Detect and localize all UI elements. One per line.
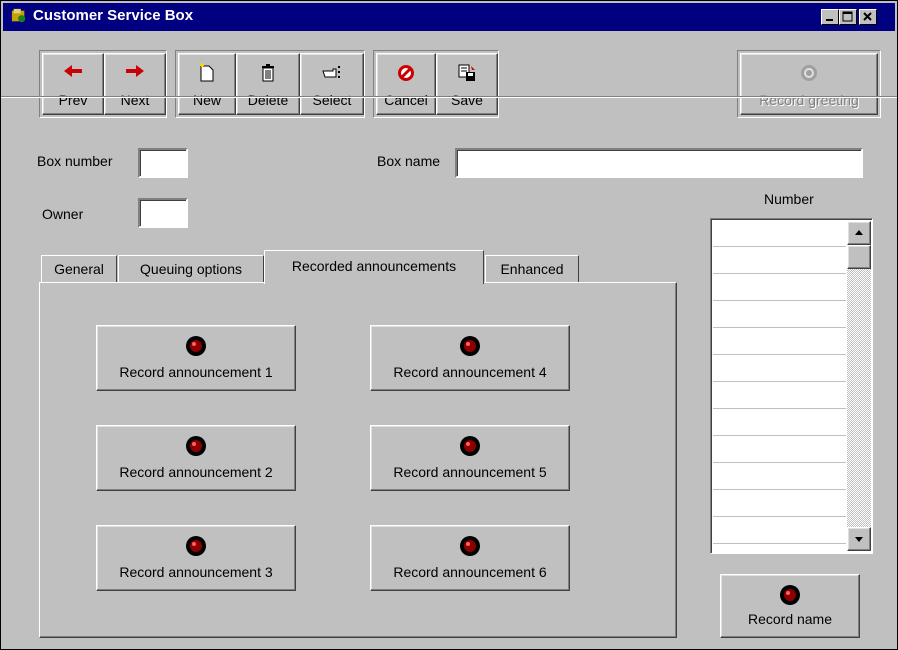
record-name-button[interactable]: Record name — [720, 574, 860, 638]
scroll-thumb[interactable] — [847, 245, 871, 269]
record-announcement-6-label: Record announcement 6 — [393, 564, 547, 580]
tab-queuing-options-label: Queuing options — [140, 261, 242, 277]
tab-enhanced-label: Enhanced — [500, 261, 564, 277]
arrow-right-icon — [126, 65, 144, 77]
list-item[interactable] — [713, 300, 846, 301]
arrow-down-icon — [855, 537, 863, 542]
tab-general-label: General — [54, 261, 104, 277]
cancel-button[interactable]: Cancel — [376, 53, 436, 115]
owner-input[interactable] — [138, 198, 188, 228]
list-item[interactable] — [713, 543, 846, 544]
close-icon — [863, 12, 872, 21]
customer-service-box-window: Customer Service Box Prev Next New Delet… — [0, 0, 898, 650]
list-item[interactable] — [713, 327, 846, 328]
cancel-label: Cancel — [384, 92, 428, 108]
list-item[interactable] — [713, 516, 846, 517]
prev-button[interactable]: Prev — [42, 53, 104, 115]
title-bar[interactable]: Customer Service Box — [3, 3, 895, 31]
record-announcement-1-button[interactable]: Record announcement 1 — [96, 325, 296, 391]
list-item[interactable] — [713, 435, 846, 436]
list-item[interactable] — [713, 408, 846, 409]
record-announcement-3-label: Record announcement 3 — [119, 564, 273, 580]
list-item[interactable] — [713, 273, 846, 274]
box-number-label: Box number — [37, 153, 113, 169]
record-greeting-button[interactable]: Record greeting — [740, 53, 878, 115]
tab-enhanced[interactable]: Enhanced — [485, 255, 579, 283]
window-title: Customer Service Box — [33, 7, 194, 24]
record-announcement-3-button[interactable]: Record announcement 3 — [96, 525, 296, 591]
list-item[interactable] — [713, 462, 846, 463]
save-icon — [458, 64, 475, 81]
save-button[interactable]: Save — [436, 53, 498, 115]
prev-label: Prev — [58, 92, 88, 108]
record-greeting-label: Record greeting — [759, 92, 859, 108]
pointing-hand-icon — [322, 66, 340, 78]
app-icon — [11, 8, 26, 23]
new-document-icon — [200, 63, 214, 82]
arrow-left-icon — [64, 65, 82, 77]
new-button[interactable]: New — [178, 53, 236, 115]
recorded-announcements-panel: Record announcement 1 Record announcemen… — [39, 282, 677, 638]
record-icon — [460, 336, 480, 356]
owner-label: Owner — [42, 206, 84, 222]
select-button[interactable]: Select — [300, 53, 364, 115]
number-listbox[interactable] — [710, 218, 873, 554]
new-label: New — [192, 92, 221, 108]
toolbar-separator — [1, 96, 897, 98]
record-icon — [780, 585, 800, 605]
record-announcement-5-button[interactable]: Record announcement 5 — [370, 425, 570, 491]
save-label: Save — [451, 92, 483, 108]
number-label: Number — [764, 191, 814, 207]
delete-label: Delete — [247, 92, 289, 108]
list-item[interactable] — [713, 354, 846, 355]
record-announcement-2-button[interactable]: Record announcement 2 — [96, 425, 296, 491]
scroll-down-button[interactable] — [847, 527, 871, 551]
record-icon — [186, 336, 206, 356]
record-name-label: Record name — [747, 611, 833, 627]
record-announcement-5-label: Record announcement 5 — [393, 464, 547, 480]
next-button[interactable]: Next — [104, 53, 166, 115]
record-announcement-2-label: Record announcement 2 — [119, 464, 273, 480]
record-announcement-6-button[interactable]: Record announcement 6 — [370, 525, 570, 591]
select-label: Select — [312, 92, 352, 108]
delete-button[interactable]: Delete — [236, 53, 300, 115]
tab-recorded-announcements-label: Recorded announcements — [291, 258, 457, 274]
scroll-up-button[interactable] — [847, 221, 871, 245]
commit-group: Cancel Save — [373, 50, 499, 118]
nav-group: Prev Next — [39, 50, 167, 118]
box-name-label: Box name — [377, 153, 441, 169]
record-announcement-4-label: Record announcement 4 — [393, 364, 547, 380]
vertical-scrollbar[interactable] — [847, 221, 871, 551]
maximize-button[interactable] — [839, 9, 857, 25]
record-disabled-icon — [801, 65, 817, 81]
record-announcement-1-label: Record announcement 1 — [119, 364, 273, 380]
record-icon — [186, 436, 206, 456]
edit-group: New Delete Select — [175, 50, 365, 118]
box-number-input[interactable] — [138, 148, 188, 178]
list-item[interactable] — [713, 381, 846, 382]
minimize-icon — [826, 19, 833, 21]
box-name-input[interactable] — [455, 148, 863, 178]
record-icon — [460, 536, 480, 556]
record-icon — [460, 436, 480, 456]
next-label: Next — [120, 92, 150, 108]
close-button[interactable] — [859, 9, 877, 25]
trash-icon — [262, 64, 274, 82]
minimize-button[interactable] — [821, 9, 839, 25]
tab-recorded-announcements[interactable]: Recorded announcements — [264, 250, 484, 284]
list-item[interactable] — [713, 489, 846, 490]
cancel-icon — [398, 65, 414, 81]
maximize-icon — [842, 11, 853, 22]
list-item[interactable] — [713, 246, 846, 247]
tab-general[interactable]: General — [41, 255, 117, 283]
record-announcement-4-button[interactable]: Record announcement 4 — [370, 325, 570, 391]
record-icon — [186, 536, 206, 556]
arrow-up-icon — [855, 230, 863, 235]
tab-queuing-options[interactable]: Queuing options — [118, 255, 264, 283]
greeting-group: Record greeting — [737, 50, 881, 118]
toolbar: Prev Next New Delete Select Cancel Save … — [3, 32, 895, 128]
